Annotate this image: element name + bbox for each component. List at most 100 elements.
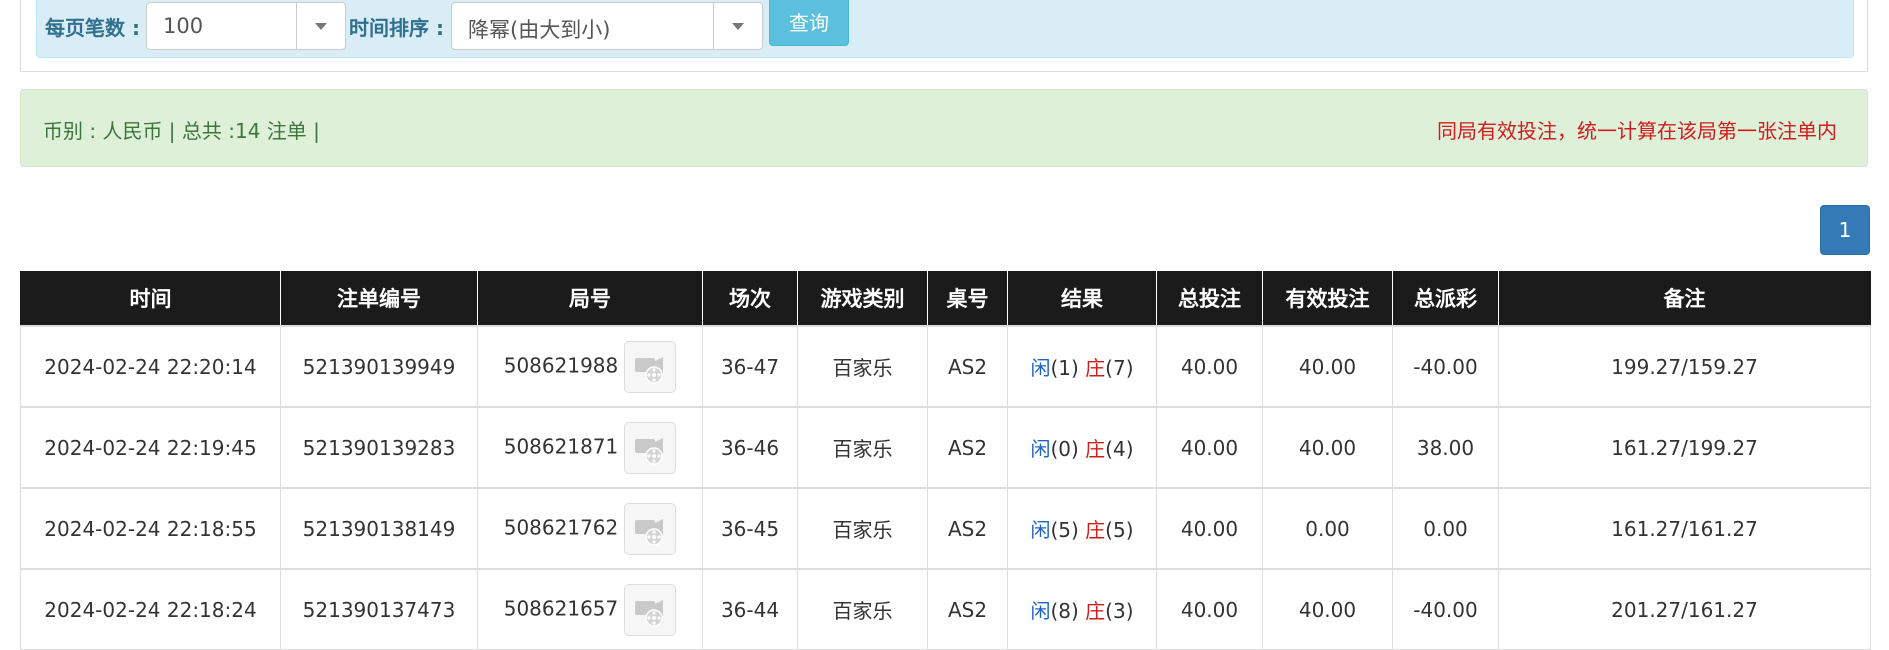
cell-result: 闲(1) 庄(7) bbox=[1007, 325, 1157, 408]
chevron-down-icon[interactable] bbox=[713, 3, 762, 49]
cell-payout: 38.00 bbox=[1392, 406, 1499, 489]
table-row: 2024-02-24 22:19:45 521390139283 5086218… bbox=[20, 406, 1871, 489]
cell-shoe: 36-45 bbox=[702, 487, 798, 570]
filter-bar: 每页笔数 : 100 时间排序 : 降幂(由大到小) bbox=[36, 0, 1854, 58]
banker-value: (7) bbox=[1105, 356, 1134, 380]
cell-round-no: 508621657 bbox=[477, 568, 703, 650]
round-no-text: 508621988 bbox=[503, 353, 619, 377]
video-replay-icon[interactable] bbox=[624, 502, 677, 555]
banker-value: (3) bbox=[1105, 599, 1134, 623]
cell-total-bet: 40.00 bbox=[1156, 568, 1263, 650]
player-label: 闲 bbox=[1030, 356, 1051, 380]
cell-remark: 161.27/199.27 bbox=[1498, 406, 1871, 489]
cell-time: 2024-02-24 22:20:14 bbox=[20, 325, 281, 408]
pagination-page-1[interactable]: 1 bbox=[1820, 205, 1870, 255]
cell-game: 百家乐 bbox=[797, 406, 928, 489]
cell-shoe: 36-47 bbox=[702, 325, 798, 408]
cell-bet-no: 521390139949 bbox=[280, 325, 478, 408]
cell-round-no: 508621988 bbox=[477, 325, 703, 408]
query-button[interactable]: 查询 bbox=[769, 0, 849, 46]
col-header-total-bet: 总投注 bbox=[1156, 271, 1263, 326]
cell-total-bet: 40.00 bbox=[1156, 487, 1263, 570]
sort-label: 时间排序 : bbox=[349, 16, 444, 40]
col-header-remark: 备注 bbox=[1498, 271, 1871, 326]
cell-valid-bet: 40.00 bbox=[1262, 325, 1393, 408]
col-header-table: 桌号 bbox=[927, 271, 1008, 326]
bet-history-page: 每页笔数 : 100 时间排序 : 降幂(由大到小) 查询 币别 : 人民币 |… bbox=[0, 0, 1889, 650]
cell-payout: -40.00 bbox=[1392, 325, 1499, 408]
banker-label: 庄 bbox=[1085, 356, 1106, 380]
round-no-text: 508621657 bbox=[503, 596, 619, 620]
video-replay-icon[interactable] bbox=[624, 583, 677, 636]
cell-result: 闲(8) 庄(3) bbox=[1007, 568, 1157, 650]
cell-game: 百家乐 bbox=[797, 487, 928, 570]
cell-payout: -40.00 bbox=[1392, 568, 1499, 650]
table-header-row: 时间 注单编号 局号 场次 游戏类别 桌号 结果 总投注 有效投注 总派彩 备注 bbox=[20, 271, 1871, 326]
cell-valid-bet: 0.00 bbox=[1262, 487, 1393, 570]
page-size-select[interactable]: 100 bbox=[146, 2, 346, 50]
cell-table: AS2 bbox=[927, 568, 1008, 650]
video-replay-icon[interactable] bbox=[624, 421, 677, 474]
player-label: 闲 bbox=[1030, 437, 1051, 461]
cell-remark: 201.27/161.27 bbox=[1498, 568, 1871, 650]
banker-label: 庄 bbox=[1085, 518, 1106, 542]
banker-value: (4) bbox=[1105, 437, 1134, 461]
cell-remark: 161.27/161.27 bbox=[1498, 487, 1871, 570]
cell-time: 2024-02-24 22:18:24 bbox=[20, 568, 281, 650]
cell-bet-no: 521390137473 bbox=[280, 568, 478, 650]
cell-bet-no: 521390138149 bbox=[280, 487, 478, 570]
cell-shoe: 36-46 bbox=[702, 406, 798, 489]
cell-game: 百家乐 bbox=[797, 568, 928, 650]
table-row: 2024-02-24 22:20:14 521390139949 5086219… bbox=[20, 325, 1871, 408]
cell-table: AS2 bbox=[927, 325, 1008, 408]
col-header-round-no: 局号 bbox=[477, 271, 703, 326]
col-header-valid-bet: 有效投注 bbox=[1262, 271, 1393, 326]
summary-totals: 币别 : 人民币 | 总共 :14 注单 | bbox=[43, 119, 320, 143]
player-value: (5) bbox=[1050, 518, 1079, 542]
col-header-time: 时间 bbox=[20, 271, 281, 326]
sort-order-select[interactable]: 降幂(由大到小) bbox=[451, 2, 763, 50]
cell-bet-no: 521390139283 bbox=[280, 406, 478, 489]
cell-valid-bet: 40.00 bbox=[1262, 406, 1393, 489]
page-size-label: 每页笔数 : bbox=[45, 16, 140, 40]
chevron-down-icon[interactable] bbox=[296, 3, 345, 49]
col-header-result: 结果 bbox=[1007, 271, 1157, 326]
cell-time: 2024-02-24 22:19:45 bbox=[20, 406, 281, 489]
cell-result: 闲(0) 庄(4) bbox=[1007, 406, 1157, 489]
player-value: (8) bbox=[1050, 599, 1079, 623]
table-row: 2024-02-24 22:18:24 521390137473 5086216… bbox=[20, 568, 1871, 650]
cell-round-no: 508621762 bbox=[477, 487, 703, 570]
round-no-text: 508621871 bbox=[503, 434, 619, 458]
cell-game: 百家乐 bbox=[797, 325, 928, 408]
sort-order-value: 降幂(由大到小) bbox=[468, 18, 611, 42]
player-label: 闲 bbox=[1030, 518, 1051, 542]
banker-value: (5) bbox=[1105, 518, 1134, 542]
col-header-bet-no: 注单编号 bbox=[280, 271, 478, 326]
player-label: 闲 bbox=[1030, 599, 1051, 623]
cell-time: 2024-02-24 22:18:55 bbox=[20, 487, 281, 570]
col-header-payout: 总派彩 bbox=[1392, 271, 1499, 326]
bet-table: 时间 注单编号 局号 场次 游戏类别 桌号 结果 总投注 有效投注 总派彩 备注… bbox=[20, 271, 1871, 650]
video-replay-icon[interactable] bbox=[624, 340, 677, 393]
summary-notice: 同局有效投注，统一计算在该局第一张注单内 bbox=[1437, 119, 1837, 143]
cell-remark: 199.27/159.27 bbox=[1498, 325, 1871, 408]
cell-result: 闲(5) 庄(5) bbox=[1007, 487, 1157, 570]
round-no-text: 508621762 bbox=[503, 515, 619, 539]
cell-payout: 0.00 bbox=[1392, 487, 1499, 570]
player-value: (0) bbox=[1050, 437, 1079, 461]
page-size-value: 100 bbox=[163, 14, 204, 38]
cell-table: AS2 bbox=[927, 487, 1008, 570]
player-value: (1) bbox=[1050, 356, 1079, 380]
cell-total-bet: 40.00 bbox=[1156, 325, 1263, 408]
cell-valid-bet: 40.00 bbox=[1262, 568, 1393, 650]
banker-label: 庄 bbox=[1085, 599, 1106, 623]
summary-alert: 币别 : 人民币 | 总共 :14 注单 | 同局有效投注，统一计算在该局第一张… bbox=[20, 89, 1868, 167]
col-header-game: 游戏类别 bbox=[797, 271, 928, 326]
col-header-shoe: 场次 bbox=[702, 271, 798, 326]
cell-round-no: 508621871 bbox=[477, 406, 703, 489]
table-row: 2024-02-24 22:18:55 521390138149 5086217… bbox=[20, 487, 1871, 570]
cell-total-bet: 40.00 bbox=[1156, 406, 1263, 489]
cell-shoe: 36-44 bbox=[702, 568, 798, 650]
cell-table: AS2 bbox=[927, 406, 1008, 489]
banker-label: 庄 bbox=[1085, 437, 1106, 461]
